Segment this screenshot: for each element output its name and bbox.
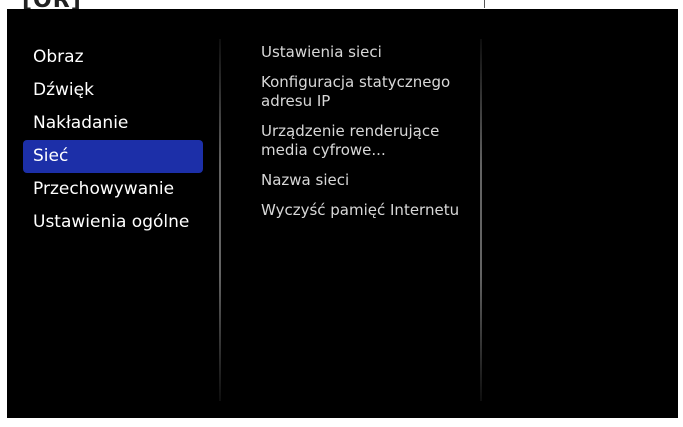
menu-item-dzwiek[interactable]: Dźwięk [23,74,203,107]
menu-divider-left [219,39,221,401]
submenu-item-static-ip[interactable]: Konfiguracja statycznego adresu IP [261,73,481,111]
menu-item-nakladanie[interactable]: Nakładanie [23,107,203,140]
menu-item-siec[interactable]: Sieć [23,140,203,173]
page-frame: [OR] Obraz Dźwięk Nakładanie Sieć Przech… [0,0,683,427]
osd-screen: Obraz Dźwięk Nakładanie Sieć Przechowywa… [7,9,678,418]
menu-item-przechowywanie[interactable]: Przechowywanie [23,173,203,206]
edge-tick [484,0,485,8]
network-submenu: Ustawienia sieci Konfiguracja statyczneg… [261,43,481,231]
menu-item-obraz[interactable]: Obraz [23,41,203,74]
submenu-item-dmr[interactable]: Urządzenie renderujące media cyfrowe... [261,122,481,160]
submenu-item-network-settings[interactable]: Ustawienia sieci [261,43,481,62]
submenu-item-clear-internet-memory[interactable]: Wyczyść pamięć Internetu [261,201,481,220]
main-menu: Obraz Dźwięk Nakładanie Sieć Przechowywa… [23,41,203,239]
menu-item-ustawienia-ogolne[interactable]: Ustawienia ogólne [23,206,203,239]
menu-divider-right [480,39,482,401]
submenu-item-network-name[interactable]: Nazwa sieci [261,171,481,190]
